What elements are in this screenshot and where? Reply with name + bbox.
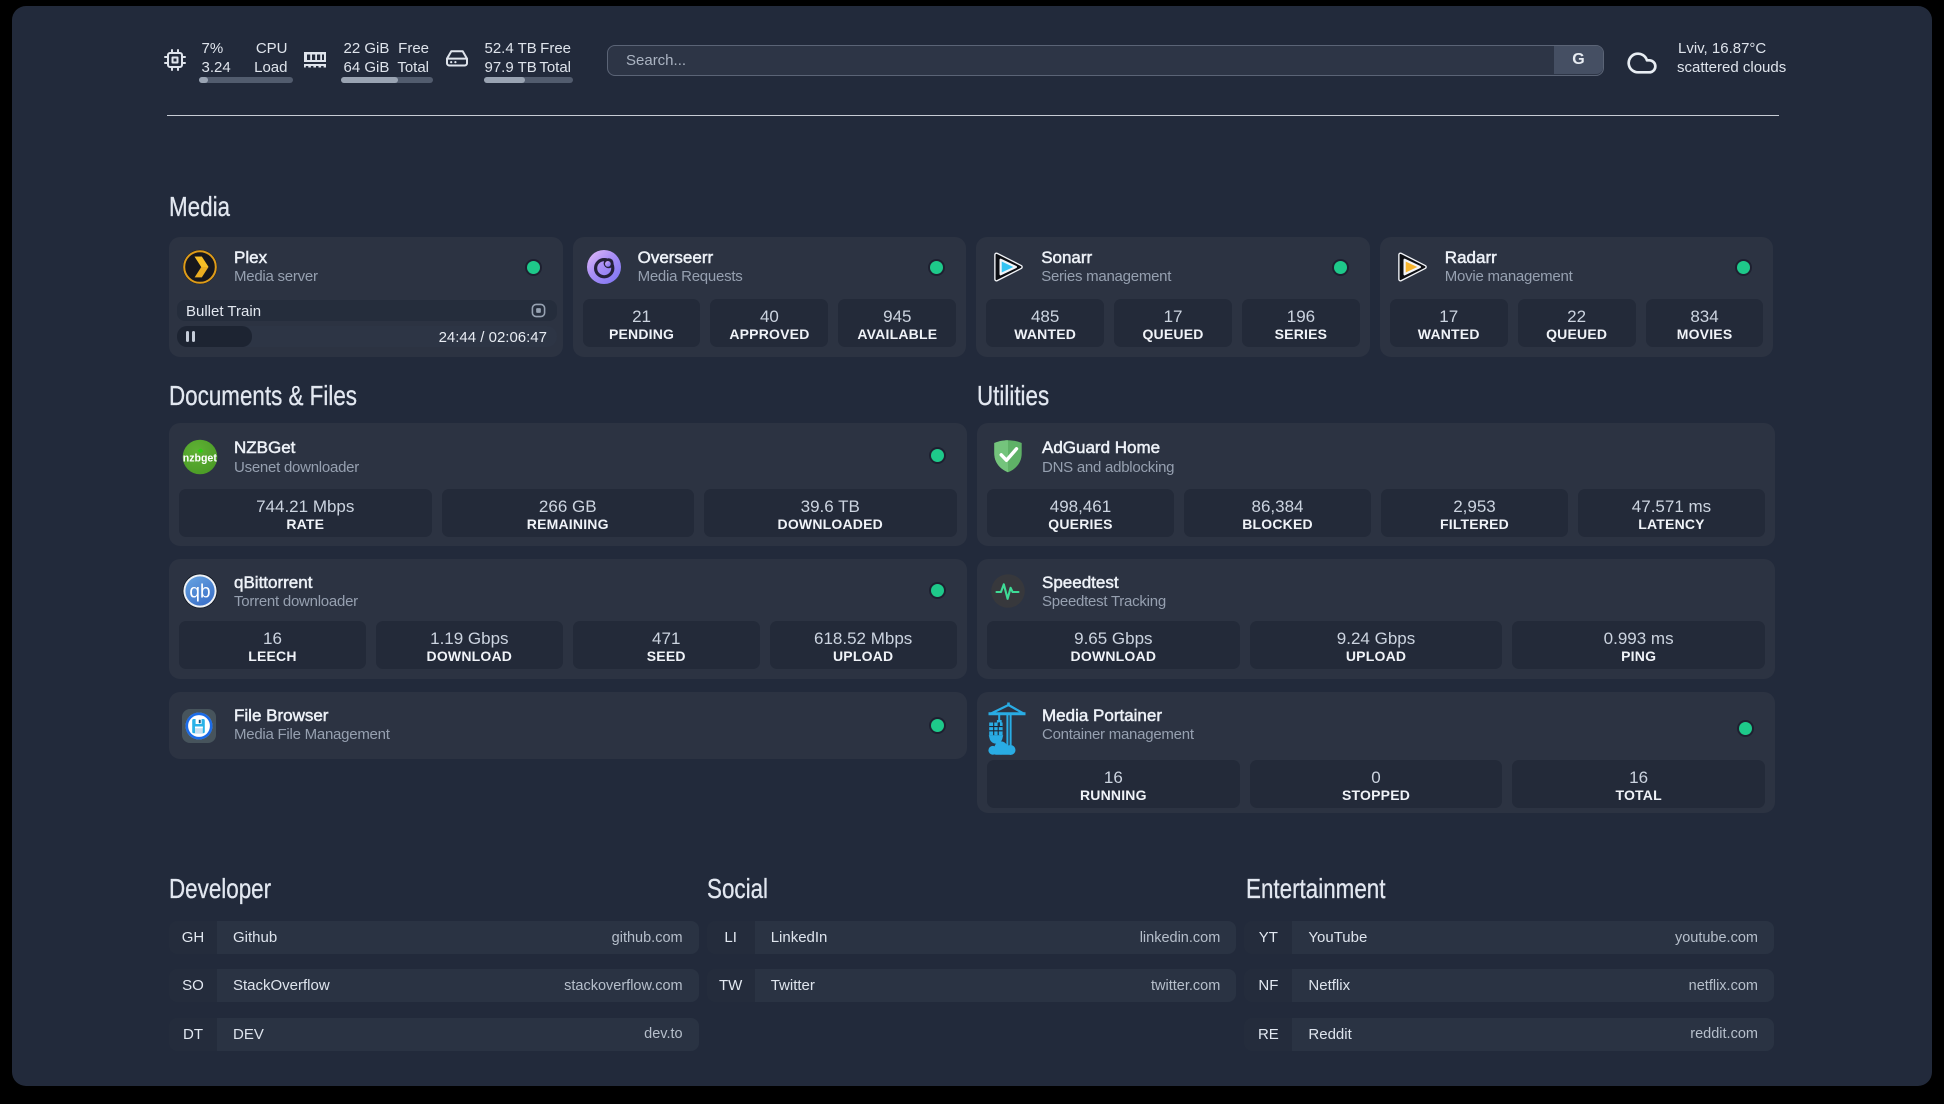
- svg-text:qb: qb: [189, 582, 210, 603]
- svg-text:nzbget: nzbget: [183, 452, 218, 464]
